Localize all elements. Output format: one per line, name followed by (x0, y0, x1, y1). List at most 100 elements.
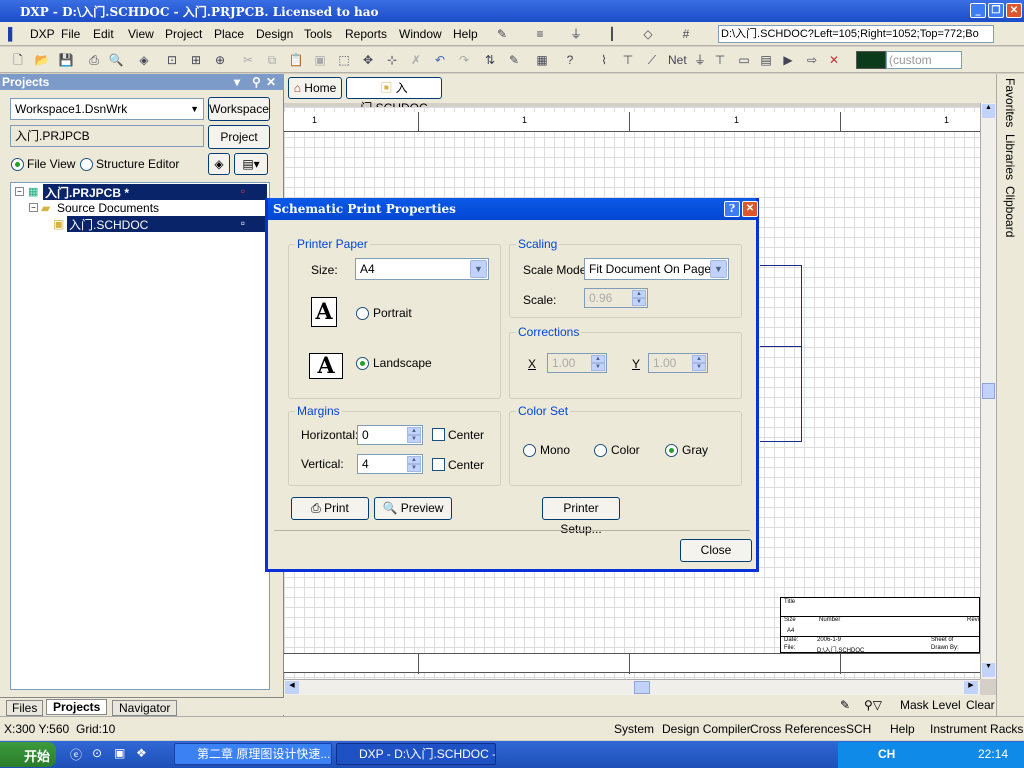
scale-mode-select[interactable]: Fit Document On Page ▼ (584, 258, 729, 280)
menu-file[interactable]: File (61, 27, 80, 41)
new-icon[interactable]: 🗋 (10, 52, 26, 68)
instrument-racks-button[interactable]: Instrument Racks (930, 722, 1023, 736)
horizontal-center-checkbox[interactable] (432, 428, 445, 441)
menu-edit[interactable]: Edit (93, 27, 114, 41)
undo-icon[interactable]: ↶ (432, 52, 448, 68)
scroll-up-icon[interactable]: ▲ (982, 104, 995, 118)
zoom-fit-icon[interactable]: ⊡ (164, 52, 180, 68)
panel-close-icon[interactable]: ✕ (266, 74, 276, 90)
select-area-icon[interactable]: ⬚ (336, 52, 352, 68)
copy-icon[interactable]: ⧉ (264, 52, 280, 68)
clipboard-tab[interactable]: Clipboard (1003, 186, 1017, 237)
scroll-thumb[interactable] (982, 383, 995, 399)
horizontal-scrollbar[interactable]: ◀ ▶ (284, 679, 980, 695)
minimize-icon[interactable]: _ (970, 3, 986, 18)
place-wire-icon[interactable]: ⌇ (596, 52, 612, 68)
layers-icon[interactable]: ◈ (136, 52, 152, 68)
project-field[interactable]: 入门.PRJPCB (10, 125, 204, 147)
tree-folder-source[interactable]: Source Documents (57, 201, 159, 215)
browse-library-icon[interactable]: ▦ (534, 52, 550, 68)
quicklaunch-icon[interactable]: ▣ (114, 746, 125, 760)
paper-size-select[interactable]: A4 ▼ (355, 258, 489, 280)
taskbar-item-word[interactable]: 第二章 原理图设计快速... (174, 743, 332, 765)
chevron-down-icon[interactable]: ▼ (190, 99, 199, 119)
structure-editor-radio[interactable] (80, 158, 93, 171)
printer-setup-button[interactable]: Printer Setup... (542, 497, 620, 536)
libraries-tab[interactable]: Libraries (1003, 134, 1017, 180)
quicklaunch-icon[interactable]: ❖ (136, 746, 147, 760)
move-icon[interactable]: ✥ (360, 52, 376, 68)
spin-up-icon[interactable]: ▲ (632, 290, 646, 298)
gnd-port-icon[interactable]: ⏚ (692, 52, 708, 68)
close-window-icon[interactable]: ✕ (1006, 3, 1022, 18)
tab-files[interactable]: Files (6, 700, 44, 716)
landscape-radio[interactable] (356, 357, 369, 370)
spin-down-icon[interactable]: ▼ (407, 464, 421, 472)
mono-radio[interactable] (523, 444, 536, 457)
schdoc-tab[interactable]: ▣ 入门.SCHDOC (346, 77, 442, 115)
wire-tool-icon[interactable]: ✎ (494, 26, 510, 42)
vcc-port-icon[interactable]: ⊤ (712, 52, 728, 68)
spin-up-icon[interactable]: ▲ (407, 427, 421, 435)
quicklaunch-icon[interactable]: ⊙ (92, 746, 102, 760)
project-button[interactable]: Project (208, 125, 270, 149)
print-button[interactable]: ⎙ Print (291, 497, 369, 520)
mask-level-button[interactable]: Mask Level (900, 698, 961, 712)
vertical-center-checkbox[interactable] (432, 458, 445, 471)
hierarchy-icon[interactable]: ⇅ (482, 52, 498, 68)
schematic-wire[interactable] (760, 265, 802, 347)
print-preview-icon[interactable]: 🔍 (108, 52, 124, 68)
spin-down-icon[interactable]: ▼ (632, 298, 646, 306)
taskbar-item-dxp[interactable]: DXP - D:\入门.SCHDOC - ... (336, 743, 496, 765)
workspace-button[interactable]: Workspace (208, 97, 270, 121)
filter-icon[interactable]: ⚲▽ (864, 698, 882, 712)
bus-entry-icon[interactable]: ⟋ (644, 52, 660, 68)
ie-icon[interactable]: ⓔ (70, 746, 82, 763)
paste-icon[interactable]: 📋 (288, 52, 304, 68)
deselect-icon[interactable]: ✗ (408, 52, 424, 68)
preview-button[interactable]: 🔍 Preview (374, 497, 452, 520)
menu-project[interactable]: Project (165, 27, 202, 41)
place-part-icon[interactable]: ▭ (736, 52, 752, 68)
collapse-icon[interactable]: − (29, 203, 38, 212)
help-advisor-icon[interactable]: ? (562, 52, 578, 68)
schematic-wire[interactable] (760, 347, 802, 442)
close-button[interactable]: Close (680, 539, 752, 562)
grid-icon[interactable]: # (678, 26, 694, 42)
scroll-down-icon[interactable]: ▼ (982, 663, 995, 677)
system-button[interactable]: System (614, 722, 654, 736)
restore-icon[interactable]: ❐ (988, 3, 1004, 18)
y-correction-spinner[interactable]: 1.00 ▲ ▼ (648, 353, 708, 373)
menu-reports[interactable]: Reports (345, 27, 387, 41)
gray-radio[interactable] (665, 444, 678, 457)
pen-icon[interactable]: ✎ (840, 698, 850, 712)
menu-place[interactable]: Place (214, 27, 244, 41)
horizontal-margin-spinner[interactable]: 0 ▲ ▼ (357, 425, 423, 445)
favorites-tab[interactable]: Favorites (1003, 78, 1017, 127)
menu-window[interactable]: Window (399, 27, 442, 41)
portrait-radio[interactable] (356, 307, 369, 320)
spin-up-icon[interactable]: ▲ (591, 355, 605, 363)
spin-down-icon[interactable]: ▼ (692, 363, 706, 371)
save-icon[interactable]: 💾 (58, 52, 74, 68)
ground-icon[interactable]: ⏚ (568, 26, 584, 42)
sheet-symbol-icon[interactable]: ▤ (758, 52, 774, 68)
chevron-down-icon[interactable]: ▼ (470, 260, 487, 278)
part-icon[interactable]: ◇ (640, 26, 656, 42)
redo-icon[interactable]: ↷ (456, 52, 472, 68)
collapse-icon[interactable]: − (15, 187, 24, 196)
print-icon[interactable]: ⎙ (86, 52, 102, 68)
document-path-combo[interactable]: D:\入门.SCHDOC?Left=105;Right=1052;Top=772… (718, 25, 994, 43)
chevron-down-icon[interactable]: ▼ (710, 260, 727, 278)
zoom-area-icon[interactable]: ⊞ (188, 52, 204, 68)
sheet-entry-icon[interactable]: ▶ (780, 52, 796, 68)
spin-down-icon[interactable]: ▼ (591, 363, 605, 371)
x-correction-spinner[interactable]: 1.00 ▲ ▼ (547, 353, 607, 373)
workspace-combo[interactable]: Workspace1.DsnWrk ▼ (10, 98, 204, 120)
compile-icon[interactable]: ◈ (208, 153, 230, 175)
home-tab[interactable]: ⌂ Home (288, 77, 342, 99)
port-icon[interactable]: ⇨ (804, 52, 820, 68)
spin-down-icon[interactable]: ▼ (407, 435, 421, 443)
menu-view[interactable]: View (128, 27, 154, 41)
pin-icon[interactable]: ⚲ (252, 74, 261, 90)
